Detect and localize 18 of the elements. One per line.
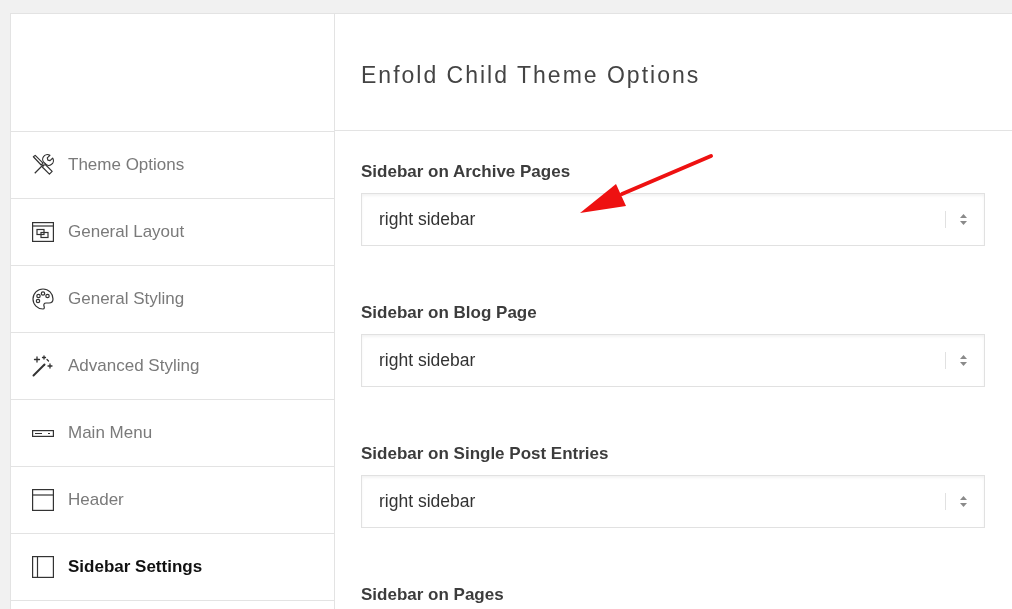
setting-label: Sidebar on Pages	[361, 584, 505, 606]
menu-bar-icon	[32, 429, 54, 437]
sidebar-layout-icon	[32, 556, 54, 578]
page-title: Enfold Child Theme Options	[361, 62, 701, 89]
magic-wand-icon	[32, 355, 54, 377]
setting-label: Sidebar on Blog Page	[361, 302, 538, 324]
up-down-arrows-icon	[960, 214, 967, 225]
select-field[interactable]: right sidebar	[361, 334, 985, 387]
select-field[interactable]: right sidebar	[361, 475, 985, 528]
setting-label: Sidebar on Single Post Entries	[361, 443, 610, 465]
header-layout-icon	[32, 489, 54, 511]
palette-icon	[32, 288, 54, 310]
setting-label: Sidebar on Archive Pages	[361, 161, 572, 183]
up-down-arrows-icon	[960, 355, 967, 366]
select-field[interactable]: right sidebar	[361, 193, 985, 246]
up-down-arrows-icon	[960, 496, 967, 507]
window-layout-icon	[32, 222, 54, 242]
wrench-screwdriver-icon	[32, 154, 54, 176]
